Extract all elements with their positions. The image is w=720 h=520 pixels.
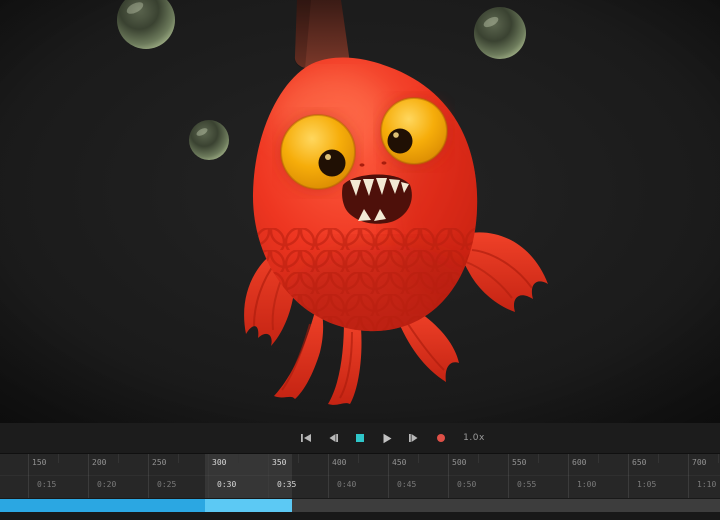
ruler-time-label: 1:10 xyxy=(697,480,716,489)
ruler-time-label: 0:20 xyxy=(97,480,116,489)
ruler-frame-label: 400 xyxy=(332,458,346,467)
ruler-time-label: 0:50 xyxy=(457,480,476,489)
play-icon xyxy=(381,433,393,444)
ruler-time-label: 0:30 xyxy=(217,480,236,489)
ruler-frame-label: 350 xyxy=(272,458,286,467)
record-icon xyxy=(435,433,447,443)
ruler-frame-label: 450 xyxy=(392,458,406,467)
ruler-frame-label: 700 xyxy=(692,458,706,467)
play-button[interactable] xyxy=(376,428,398,448)
ruler-tick: 700 1:10 xyxy=(688,454,720,498)
skip-to-start-button[interactable] xyxy=(295,428,317,448)
ruler-frame-label: 200 xyxy=(92,458,106,467)
scrollbar-active-segment xyxy=(205,499,292,512)
ruler-frame-label: 250 xyxy=(152,458,166,467)
ruler-minor-tick xyxy=(598,454,599,463)
ruler-frame-label: 550 xyxy=(512,458,526,467)
ruler-frame-label: 650 xyxy=(632,458,646,467)
ruler-minor-tick xyxy=(478,454,479,463)
ruler-time-label: 0:45 xyxy=(397,480,416,489)
ruler-minor-tick xyxy=(718,454,719,463)
stop-icon xyxy=(354,433,366,443)
scene-svg xyxy=(0,0,720,423)
ruler-time-label: 0:35 xyxy=(277,480,296,489)
ruler-frame-label: 500 xyxy=(452,458,466,467)
stop-button[interactable] xyxy=(349,428,371,448)
ruler-minor-tick xyxy=(178,454,179,463)
ruler-time-label: 0:25 xyxy=(157,480,176,489)
scrollbar-thumb-segment xyxy=(0,499,205,512)
ruler-minor-tick xyxy=(238,454,239,463)
ruler-frame-label: 300 xyxy=(212,458,226,467)
ruler-time-label: 0:40 xyxy=(337,480,356,489)
ruler-minor-tick xyxy=(538,454,539,463)
ruler-time-label: 0:55 xyxy=(517,480,536,489)
ruler-time-label: 1:00 xyxy=(577,480,596,489)
vignette-overlay xyxy=(0,0,720,423)
ruler-minor-tick xyxy=(58,454,59,463)
skip-to-start-icon xyxy=(300,433,312,443)
step-forward-icon xyxy=(408,433,420,443)
ruler-time-label: 1:05 xyxy=(637,480,656,489)
ruler-minor-tick xyxy=(658,454,659,463)
bottom-edge-strip xyxy=(0,512,720,520)
timeline-ruler[interactable]: 150 0:15 200 0:20 250 0:25 300 0:30 350 0:35 400 0:… xyxy=(0,453,720,498)
ruler-minor-tick xyxy=(118,454,119,463)
timeline-scrollbar[interactable] xyxy=(0,498,720,512)
ruler-minor-tick xyxy=(418,454,419,463)
playback-control-bar: 1.0x xyxy=(0,423,720,453)
ruler-minor-tick xyxy=(298,454,299,463)
record-button[interactable] xyxy=(430,428,452,448)
animation-player-app: 1.0x 150 0:15 200 0:20 250 0:25 300 0:30 350 0:35… xyxy=(0,0,720,520)
ruler-frame-label: 150 xyxy=(32,458,46,467)
scrollbar-thumb[interactable] xyxy=(0,499,292,512)
step-backward-button[interactable] xyxy=(322,428,344,448)
playback-controls: 1.0x xyxy=(295,428,485,448)
ruler-frame-label: 600 xyxy=(572,458,586,467)
ruler-minor-tick xyxy=(358,454,359,463)
step-backward-icon xyxy=(327,433,339,443)
preview-canvas xyxy=(0,0,720,423)
playback-speed[interactable]: 1.0x xyxy=(463,433,485,443)
step-forward-button[interactable] xyxy=(403,428,425,448)
ruler-time-label: 0:15 xyxy=(37,480,56,489)
